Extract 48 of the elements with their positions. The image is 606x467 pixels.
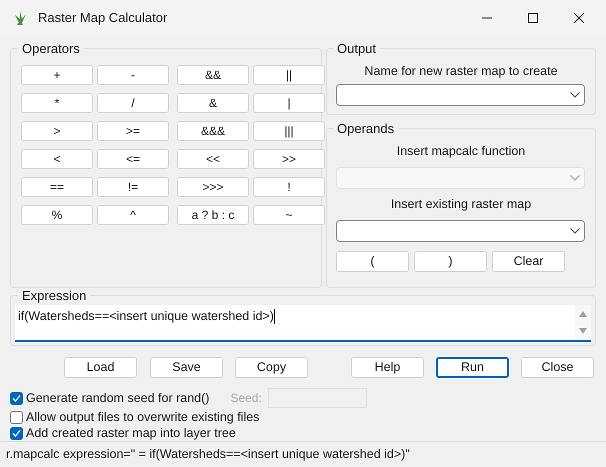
operator-button[interactable]: + <box>21 65 93 85</box>
operator-button[interactable]: == <box>21 177 93 197</box>
expression-text: if(Watersheds==<insert unique watershed id>) <box>18 309 274 324</box>
operator-button[interactable]: >= <box>97 121 169 141</box>
seed-label: Seed: <box>230 390 262 407</box>
operator-button[interactable]: * <box>21 93 93 113</box>
operator-button[interactable]: < <box>21 149 93 169</box>
operator-button[interactable]: >> <box>253 149 325 169</box>
operator-button[interactable]: ||| <box>253 121 325 141</box>
checkbox-label: Allow output files to overwrite existing files <box>26 408 260 426</box>
action-button[interactable]: Load <box>64 357 137 378</box>
operator-button[interactable]: a ? b : c <box>177 205 249 225</box>
operator-button[interactable]: - <box>97 65 169 85</box>
operator-button[interactable]: << <box>177 149 249 169</box>
operator-button[interactable]: > <box>21 121 93 141</box>
action-button[interactable]: Run <box>436 357 509 378</box>
operator-button[interactable]: && <box>177 65 249 85</box>
operator-button[interactable]: || <box>253 65 325 85</box>
checkbox-label: Add created raster map into layer tree <box>26 424 236 442</box>
group-title: Operands <box>336 121 396 136</box>
insert-button[interactable]: ( <box>336 251 409 272</box>
operator-button[interactable]: % <box>21 205 93 225</box>
action-button[interactable]: Save <box>150 357 223 378</box>
group-title: Expression <box>21 288 88 303</box>
group-title: Operators <box>21 41 81 56</box>
insert-button[interactable]: Clear <box>492 251 565 272</box>
window-title: Raster Map Calculator <box>38 9 168 28</box>
operator-button[interactable]: / <box>97 93 169 113</box>
status-text: r.mapcalc expression=" = if(Watersheds==<insert unique watershed id>)" <box>6 446 410 464</box>
expression-field[interactable]: if(Watersheds==<insert unique watershed id>) <box>15 305 591 342</box>
group-title: Output <box>336 41 378 56</box>
operator-button[interactable]: & <box>177 93 249 113</box>
operator-button[interactable]: >>> <box>177 177 249 197</box>
field-label: Insert mapcalc function <box>396 144 526 159</box>
field-label: Insert existing raster map <box>390 197 532 212</box>
action-button[interactable]: Help <box>351 357 424 378</box>
field-label: Name for new raster map to create <box>363 64 559 79</box>
operator-button[interactable]: != <box>97 177 169 197</box>
action-button[interactable]: Close <box>521 357 594 378</box>
operator-button[interactable]: ! <box>253 177 325 197</box>
action-button[interactable]: Copy <box>235 357 308 378</box>
operator-button[interactable]: | <box>253 93 325 113</box>
operator-button[interactable]: <= <box>97 149 169 169</box>
operator-button[interactable]: &&& <box>177 121 249 141</box>
insert-button[interactable]: ) <box>414 251 487 272</box>
checkbox-label: Generate random seed for rand() <box>26 390 210 407</box>
operator-button[interactable]: ^ <box>97 205 169 225</box>
operator-button[interactable]: ~ <box>253 205 325 225</box>
